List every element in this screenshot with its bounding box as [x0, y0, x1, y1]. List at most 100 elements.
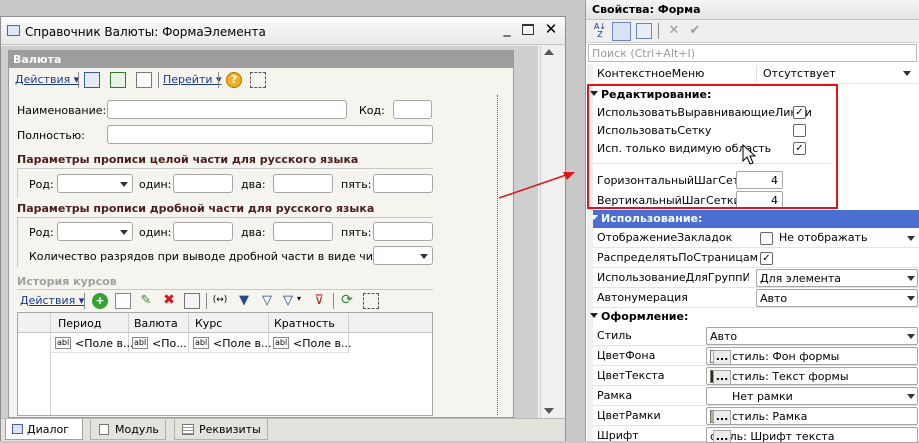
form-toolbar: Действия ▾ Перейти ▾ ?	[12, 70, 272, 90]
prop-value-border[interactable]: Нет рамки	[706, 387, 918, 405]
prop-value-background-color[interactable]: стиль: Фон формы ...	[706, 347, 918, 365]
clear-filter-icon[interactable]: ⊽	[311, 293, 327, 309]
refresh-list-icon[interactable]: ⟳	[339, 293, 355, 309]
cancel-icon[interactable]: ✕	[666, 23, 682, 39]
code-input[interactable]	[393, 100, 432, 119]
prop-row-background-color[interactable]: ЦветФона стиль: Фон формы ...	[593, 346, 919, 366]
section-design[interactable]: Оформление:	[590, 308, 919, 326]
scroll-up-arrow[interactable]	[544, 49, 554, 55]
chevron-down-icon[interactable]	[907, 334, 915, 339]
minimize-button[interactable]: _	[500, 22, 514, 37]
prop-row-text-color[interactable]: ЦветТекста стиль: Текст формы ...	[593, 366, 919, 386]
fraction-five-input[interactable]	[373, 222, 433, 241]
prop-value-border-color[interactable]: стиль: Рамка ...	[706, 407, 918, 425]
prop-name: Шрифт	[597, 429, 639, 442]
window-title: Справочник Валюты: ФормаЭлемента	[25, 25, 266, 39]
prop-checkbox-tab-display[interactable]	[760, 232, 773, 245]
tab-module[interactable]: Модуль	[90, 419, 166, 440]
chevron-down-icon[interactable]	[903, 71, 911, 76]
collapse-icon[interactable]	[590, 313, 598, 318]
group-view-icon[interactable]	[636, 23, 652, 39]
filter-menu-arrow[interactable]: ▾	[297, 294, 301, 303]
history-line	[17, 289, 433, 290]
prop-value-text-color[interactable]: стиль: Текст формы ...	[706, 367, 918, 385]
maximize-button[interactable]	[522, 24, 534, 35]
prop-name: Автонумерация	[597, 291, 688, 304]
delete-icon[interactable]: ✖	[161, 293, 177, 309]
prop-value-autonumbering[interactable]: Авто	[756, 289, 918, 307]
refresh-icon[interactable]	[110, 72, 126, 88]
window-title-bar[interactable]: Справочник Валюты: ФормаЭлемента _ ✕	[1, 17, 565, 45]
properties-search-input[interactable]: Поиск (Ctrl+Alt+I)	[588, 44, 917, 62]
filter-menu-icon[interactable]: ▽	[280, 293, 296, 309]
chevron-down-icon[interactable]	[907, 296, 915, 301]
toolbar-separator	[333, 293, 334, 309]
ellipsis-button[interactable]: ...	[713, 430, 731, 442]
fraction-gender-select[interactable]	[57, 222, 133, 241]
tab-dialog[interactable]: Диалог	[5, 419, 83, 440]
categories-icon[interactable]	[612, 22, 631, 41]
full-name-input[interactable]	[107, 125, 433, 144]
collapse-icon[interactable]	[590, 215, 598, 220]
name-input[interactable]	[107, 100, 347, 119]
edit-icon[interactable]: ✎	[138, 293, 154, 309]
integer-five-input[interactable]	[373, 174, 433, 193]
section-usage[interactable]: Использование:	[590, 210, 919, 228]
scroll-down-arrow[interactable]	[544, 408, 554, 414]
interval-icon[interactable]: (↔)	[212, 293, 228, 309]
ellipsis-button[interactable]: ...	[713, 410, 731, 424]
ellipsis-button[interactable]: ...	[713, 350, 731, 364]
chevron-down-icon[interactable]	[907, 276, 915, 281]
tab-attributes[interactable]: Реквизиты	[174, 419, 268, 440]
prop-value-style[interactable]: Авто	[706, 327, 918, 345]
sort-az-icon[interactable]: A↓ Z	[592, 23, 608, 39]
text-field-icon: abl	[55, 337, 72, 349]
integer-one-input[interactable]	[173, 174, 233, 193]
window-scrollbar[interactable]	[540, 46, 557, 418]
prop-row-tab-display[interactable]: ОтображениеЗакладок Не отображать	[593, 228, 919, 248]
fraction-digits-select[interactable]	[373, 246, 433, 265]
filter-settings-icon[interactable]: ▽	[259, 293, 275, 309]
end-edit-icon[interactable]	[184, 293, 200, 309]
prop-row-autonumbering[interactable]: Автонумерация Авто	[593, 288, 919, 308]
chevron-down-icon[interactable]	[907, 236, 915, 241]
select-icon[interactable]	[250, 72, 266, 88]
prop-row-group-usage[interactable]: ИспользованиеДляГруппИЭле Для элемента	[593, 268, 919, 288]
write-icon[interactable]	[84, 72, 100, 88]
add-icon[interactable]: +	[92, 293, 108, 309]
select-area-icon[interactable]	[363, 293, 379, 309]
code-label: Код:	[359, 104, 385, 117]
integer-two-input[interactable]	[273, 174, 333, 193]
column-header-currency[interactable]: Валюта	[134, 317, 178, 330]
ellipsis-button[interactable]: ...	[713, 370, 731, 384]
chevron-down-icon[interactable]	[907, 394, 915, 399]
copy-row-icon[interactable]	[115, 293, 131, 309]
prop-row-style[interactable]: Стиль Авто	[593, 326, 919, 346]
filter-icon[interactable]: ▼	[236, 293, 252, 309]
prop-row-border-color[interactable]: ЦветРамки стиль: Рамка ...	[593, 406, 919, 426]
prop-row-font[interactable]: Шрифт стиль: Шрифт текста ...	[593, 426, 919, 443]
apply-icon[interactable]: ✔	[687, 23, 703, 39]
table-row[interactable]: abl <Поле в... abl <По... abl <Поле в...…	[51, 334, 352, 353]
column-header-multiplicity[interactable]: Кратность	[274, 317, 335, 330]
column-header-rate[interactable]: Курс	[195, 317, 222, 330]
history-table[interactable]: Период Валюта Курс Кратность abl <Поле в…	[17, 312, 433, 416]
fraction-one-input[interactable]	[173, 222, 233, 241]
history-actions-menu[interactable]: Действия ▾	[20, 294, 84, 307]
prop-row-distribute-pages[interactable]: РаспределятьПоСтраницам ✓	[593, 248, 919, 268]
fraction-two-input[interactable]	[273, 222, 333, 241]
column-header-period[interactable]: Период	[58, 317, 102, 330]
prop-row-context-menu[interactable]: КонтекстноеМеню Отсутствует	[593, 64, 919, 84]
close-button[interactable]: ✕	[544, 20, 558, 38]
prop-value-context-menu[interactable]: Отсутствует	[756, 65, 918, 83]
copy-icon[interactable]	[136, 72, 152, 88]
prop-checkbox-distribute-pages[interactable]: ✓	[760, 252, 773, 265]
window-icon	[7, 25, 20, 36]
go-menu[interactable]: Перейти ▾	[163, 73, 222, 86]
integer-gender-select[interactable]	[57, 174, 133, 193]
prop-value-group-usage[interactable]: Для элемента	[756, 269, 918, 287]
history-toolbar: Действия ▾ + ✎ ✖ (↔) ▼ ▽ ▽ ▾ ⊽ ⟳	[17, 291, 387, 311]
prop-row-border[interactable]: Рамка Нет рамки	[593, 386, 919, 406]
actions-menu[interactable]: Действия ▾	[15, 73, 79, 86]
help-icon[interactable]: ?	[226, 72, 242, 88]
